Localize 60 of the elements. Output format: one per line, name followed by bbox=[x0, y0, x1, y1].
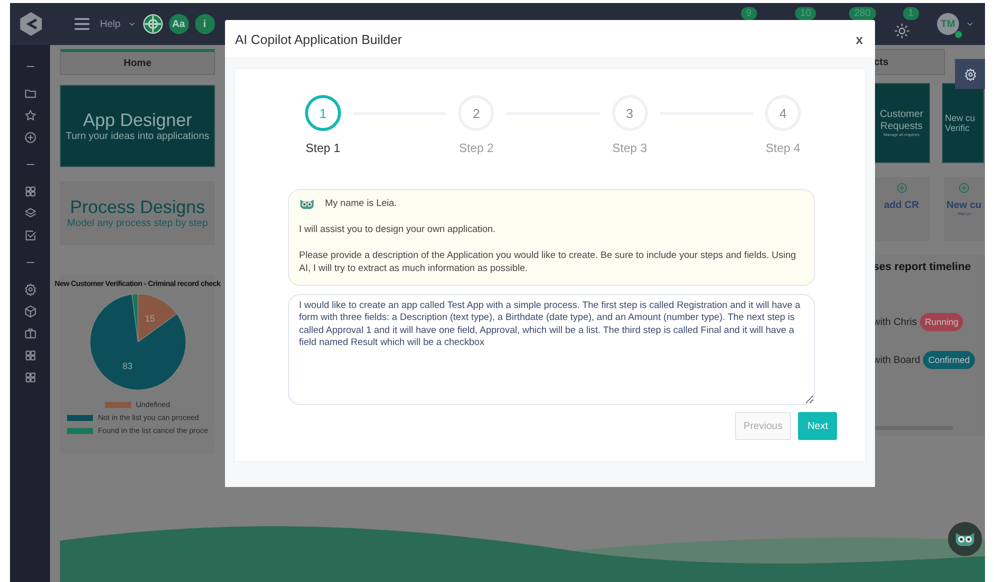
tab[interactable]: cts bbox=[873, 49, 945, 75]
step-label: Step 3 bbox=[612, 141, 647, 155]
grid-icon[interactable] bbox=[24, 185, 36, 198]
step-circle[interactable]: 4 bbox=[764, 95, 801, 131]
cube-icon[interactable] bbox=[24, 305, 36, 318]
description-field[interactable]: I would like to create an app called Test App with a simple process. The first step is called Registration and it will have a form with three fields: a Description (text type), a Birthdate (date type), and an Amount (number type). The next step is called Approval 1 and it will have one field, Approval, which will be a list. The third step is called Final and it will have a field named Result which will be a checkbox bbox=[288, 294, 815, 406]
assistant-button[interactable] bbox=[948, 522, 982, 556]
plus-circle-icon bbox=[896, 182, 908, 194]
dialog-title: AI Copilot Application Builder bbox=[235, 32, 402, 46]
legend-swatch bbox=[66, 428, 93, 434]
tool-button[interactable]: i bbox=[194, 14, 215, 34]
tile-title: Process Designs bbox=[70, 197, 206, 218]
briefcase-icon[interactable] bbox=[24, 327, 36, 340]
tab[interactable]: Home bbox=[60, 49, 215, 75]
step-label: Step 1 bbox=[306, 141, 340, 155]
message-text: I will assist you to design your own application. bbox=[299, 222, 496, 237]
help-menu[interactable]: Help bbox=[100, 18, 121, 30]
tile-title: Customer Requests bbox=[878, 109, 924, 132]
sun-icon[interactable] bbox=[894, 23, 910, 39]
tile-title: New cu bbox=[946, 200, 982, 211]
folder-icon[interactable] bbox=[24, 87, 36, 100]
slice-label: 83 bbox=[122, 361, 132, 372]
plus-circle-icon[interactable] bbox=[24, 131, 36, 144]
settings-icon[interactable] bbox=[24, 283, 36, 296]
step-label: Step 4 bbox=[766, 141, 800, 155]
legend-swatch bbox=[104, 402, 131, 408]
tile-title: App Designer bbox=[82, 110, 192, 131]
settings-icon bbox=[964, 68, 976, 80]
message-text: Please provide a description of the Application you would like to create. Be sure to include your steps and fields. Using AI, I will try to extract as much information as possible. bbox=[299, 248, 797, 276]
step-circle[interactable]: 2 bbox=[458, 95, 494, 131]
tile-title: New cu Verific bbox=[945, 112, 976, 134]
tile-subtitle: Turn your ideas into applications bbox=[66, 131, 210, 142]
add-tile[interactable]: add CR bbox=[873, 177, 930, 241]
owl-icon bbox=[954, 532, 976, 546]
tool-button[interactable]: Aa bbox=[168, 14, 189, 34]
tile-subtitle: Model any process step by step bbox=[67, 218, 208, 229]
step-circle[interactable]: 3 bbox=[612, 95, 648, 131]
grid-icon[interactable] bbox=[24, 349, 36, 362]
process-designs-tile[interactable]: Process Designs Model any process step by step bbox=[60, 181, 215, 245]
star-icon[interactable] bbox=[24, 109, 36, 122]
close-button[interactable]: x bbox=[854, 25, 865, 53]
crosshair-icon[interactable] bbox=[142, 14, 163, 34]
slice-label: 15 bbox=[144, 314, 154, 324]
logo-icon[interactable] bbox=[18, 11, 44, 37]
checkbox-icon[interactable] bbox=[24, 229, 36, 242]
tile-title: add CR bbox=[884, 200, 919, 211]
app-designer-tile[interactable]: App Designer Turn your ideas into applications bbox=[60, 85, 215, 167]
next-button[interactable]: Next bbox=[798, 412, 837, 440]
greeting-text: My name is Leia. bbox=[325, 197, 397, 211]
grid-icon[interactable] bbox=[24, 371, 36, 384]
step-circle[interactable]: 1 bbox=[305, 95, 341, 131]
step-label: Step 2 bbox=[458, 141, 494, 155]
settings-button[interactable] bbox=[955, 59, 985, 89]
legend-swatch bbox=[66, 414, 93, 420]
owl-icon bbox=[299, 198, 315, 210]
plus-circle-icon bbox=[958, 182, 970, 194]
status-badge: Confirmed bbox=[923, 351, 975, 369]
layers-icon[interactable] bbox=[24, 207, 36, 220]
status-badge: Running bbox=[920, 313, 964, 331]
tile[interactable]: New cu Verific bbox=[942, 83, 984, 163]
